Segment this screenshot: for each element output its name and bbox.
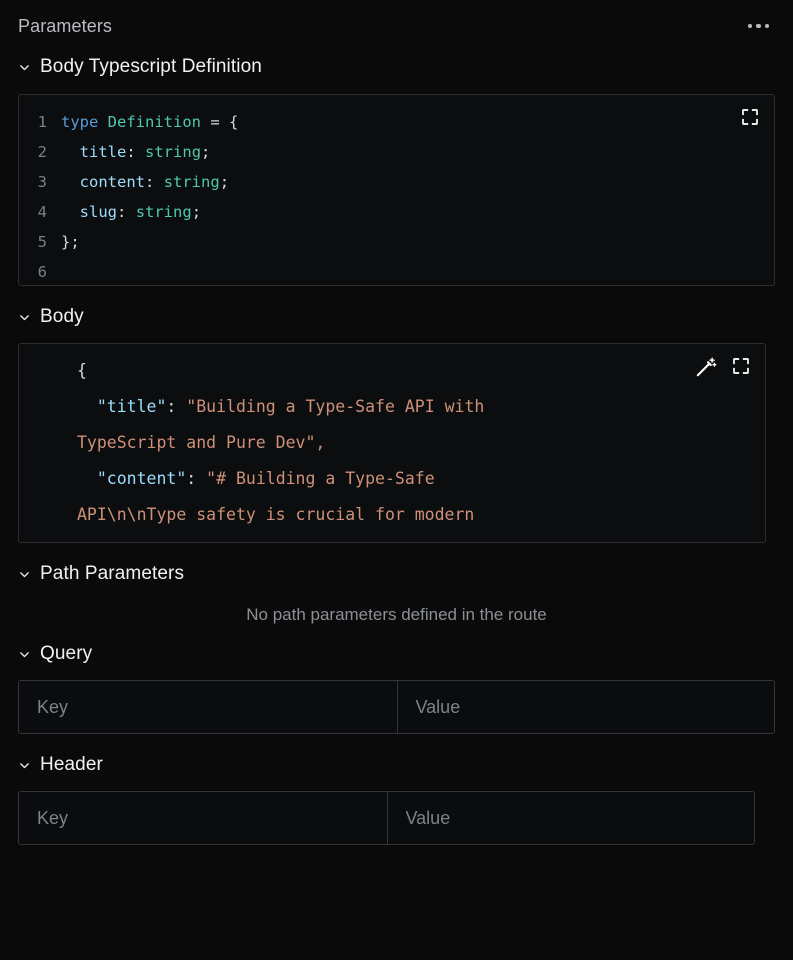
dot: [764, 23, 769, 29]
dot: [747, 23, 752, 29]
expand-fullscreen-icon[interactable]: [740, 107, 760, 127]
body-json-text: { "title": "Building a Type-Safe API wit…: [77, 361, 485, 524]
expand-fullscreen-icon[interactable]: [731, 356, 751, 376]
section-header-body[interactable]: Body: [0, 302, 793, 332]
section-label: Header: [40, 754, 103, 775]
chevron-down-icon: [20, 314, 29, 320]
chevron-down-icon: [20, 651, 29, 657]
chevron-down-icon: [20, 762, 29, 768]
panel-header: Parameters: [0, 0, 793, 52]
code-block-actions: [695, 356, 751, 378]
section-label: Body Typescript Definition: [40, 56, 262, 77]
path-parameters-empty-state: No path parameters defined in the route: [246, 605, 547, 624]
header-key-input[interactable]: [19, 792, 387, 844]
query-param-row: [18, 680, 775, 734]
query-key-input[interactable]: [19, 681, 397, 733]
section-header-header[interactable]: Header: [0, 750, 793, 780]
section-header-body-typescript-definition[interactable]: Body Typescript Definition: [0, 52, 793, 82]
line-number: 1: [37, 113, 47, 131]
chevron-down-icon: [20, 64, 29, 70]
query-value-cell: [396, 681, 774, 733]
query-key-cell: [19, 681, 397, 733]
section-label: Query: [40, 643, 93, 664]
header-value-input[interactable]: [387, 792, 754, 844]
section-header-query[interactable]: Query: [0, 639, 793, 669]
ellipsis-horizontal-icon[interactable]: [744, 16, 774, 37]
typescript-code-text: 1 type Definition = { 2 title: string; 3 …: [19, 95, 774, 285]
dot: [756, 23, 761, 29]
section-label: Body: [40, 306, 84, 327]
parameters-panel: Parameters Body Typescript Definition 1t: [0, 0, 793, 960]
query-value-input[interactable]: [397, 681, 774, 733]
section-label: Path Parameters: [40, 563, 185, 584]
body-json-code-block[interactable]: { "title": "Building a Type-Safe API wit…: [18, 343, 766, 543]
code-block-actions: [740, 107, 760, 127]
line-number: 6: [37, 263, 47, 281]
line-number: 4: [37, 203, 47, 221]
page-title: Parameters: [18, 15, 113, 36]
magic-wand-icon[interactable]: [695, 356, 717, 378]
typescript-definition-code-block[interactable]: 1 type Definition = { 2 title: string; 3 …: [18, 94, 775, 286]
header-param-row: [18, 791, 755, 845]
header-value-cell: [386, 792, 754, 844]
chevron-down-icon: [20, 571, 29, 577]
line-number: 3: [37, 173, 47, 191]
line-number: 5: [37, 233, 47, 251]
line-number: 2: [37, 143, 47, 161]
section-header-path-parameters[interactable]: Path Parameters: [0, 559, 793, 589]
header-key-cell: [19, 792, 387, 844]
